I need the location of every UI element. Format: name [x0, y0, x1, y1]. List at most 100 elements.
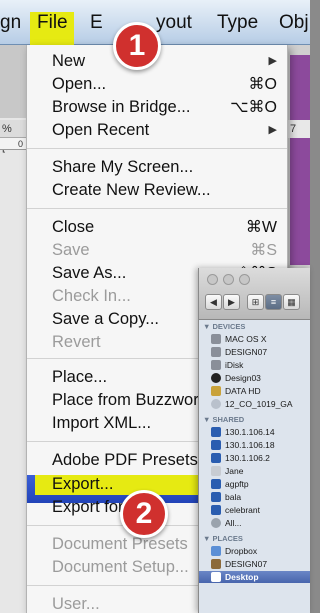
sidebar-item-label: 130.1.106.14	[225, 427, 275, 437]
menu-layout[interactable]: yout	[156, 0, 192, 45]
icon-view-button[interactable]: ⊞	[247, 294, 264, 310]
submenu-arrow-icon: ▶	[268, 124, 277, 136]
menu-item-check-in-label: Check In...	[52, 287, 131, 305]
menu-item-export-for-label: Export for	[52, 498, 124, 516]
background-ruler: 0	[0, 138, 26, 150]
menu-object[interactable]: Obj	[279, 0, 309, 45]
sidebar-item-label: iDisk	[225, 360, 244, 370]
network-computer-icon	[211, 492, 221, 502]
menu-item-close-label: Close	[52, 218, 95, 236]
menu-separator	[27, 208, 287, 209]
menu-item-share-label: Share My Screen...	[52, 158, 194, 176]
globe-icon	[211, 518, 221, 528]
column-view-button[interactable]: ▦	[283, 294, 300, 310]
menu-item-revert-label: Revert	[52, 333, 101, 351]
menu-file[interactable]: File	[37, 0, 68, 45]
sidebar-item-bala[interactable]: bala	[211, 491, 310, 503]
menu-item-open[interactable]: Open... ⌘O	[27, 73, 287, 96]
sidebar-item-mac-os-x[interactable]: MAC OS X	[211, 333, 310, 345]
menu-item-review-label: Create New Review...	[52, 181, 211, 199]
menu-separator	[27, 148, 287, 149]
sidebar-item-label: DESIGN07	[225, 347, 268, 357]
shortcut-browse: ⌥⌘O	[230, 99, 277, 116]
sidebar-item-design07[interactable]: DESIGN07	[211, 346, 310, 358]
finder-window: ◀ ▶ ⊞ ≡ ▦ ▼ DEVICES MAC OS X DESIGN07 iD…	[198, 268, 310, 613]
menu-item-import-xml-label: Import XML...	[52, 414, 152, 432]
menu-item-export-label: Export...	[52, 475, 114, 493]
window-zoom-button[interactable]	[239, 274, 250, 285]
external-drive-icon	[211, 386, 221, 396]
sidebar-item-design07-place[interactable]: DESIGN07	[211, 558, 310, 570]
sidebar-item-label: 12_CO_1019_GA	[225, 399, 293, 409]
sidebar-item-desktop[interactable]: Desktop	[199, 571, 310, 583]
background-purple-strip	[290, 55, 310, 265]
shortcut-open: ⌘O	[248, 76, 277, 93]
menu-item-place-buzz-label: Place from Buzzword...	[52, 391, 222, 409]
sidebar-item-label: All...	[225, 518, 242, 528]
menu-type[interactable]: Type	[217, 0, 258, 45]
sidebar-item-label: celebrant	[225, 505, 260, 515]
sidebar-item-idisk[interactable]: iDisk	[211, 359, 310, 371]
desktop-icon	[211, 572, 221, 582]
window-minimize-button[interactable]	[223, 274, 234, 285]
menu-item-create-new-review[interactable]: Create New Review...	[27, 179, 287, 202]
sidebar-item-agpftp[interactable]: agpftp	[211, 478, 310, 490]
menu-item-new-label: New	[52, 52, 86, 70]
sidebar-item-12-co-1019-ga[interactable]: 12_CO_1019_GA	[211, 398, 310, 410]
sidebar-item-label: 130.1.106.18	[225, 440, 275, 450]
disk-icon	[211, 373, 221, 383]
menu-item-browse-label: Browse in Bridge...	[52, 98, 191, 116]
menu-item-save-as-label: Save As...	[52, 264, 127, 282]
sidebar-item-design03[interactable]: Design03	[211, 372, 310, 384]
sidebar-item-shared-2[interactable]: 130.1.106.18	[211, 439, 310, 451]
menu-item-browse-in-bridge[interactable]: Browse in Bridge... ⌥⌘O	[27, 96, 287, 119]
finder-sidebar: ▼ DEVICES MAC OS X DESIGN07 iDisk Design…	[199, 320, 310, 613]
sidebar-item-dropbox[interactable]: Dropbox	[211, 545, 310, 557]
menu-item-save[interactable]: Save ⌘S	[27, 239, 287, 262]
sidebar-item-all[interactable]: All...	[211, 517, 310, 529]
back-button[interactable]: ◀	[205, 294, 222, 310]
submenu-arrow-icon: ▶	[268, 55, 277, 67]
network-computer-icon	[211, 440, 221, 450]
menu-item-open-recent-label: Open Recent	[52, 121, 150, 139]
background-document	[0, 118, 26, 613]
computer-icon	[211, 347, 221, 357]
menu-item-doc-presets-label: Document Presets	[52, 535, 188, 553]
shortcut-save: ⌘S	[250, 242, 277, 259]
menu-item-share-my-screen[interactable]: Share My Screen...	[27, 156, 287, 179]
menu-edit[interactable]: E	[90, 0, 103, 45]
menu-item-open-recent[interactable]: Open Recent ▶	[27, 119, 287, 142]
step-badge-2: 2	[120, 490, 168, 538]
menu-item-save-label: Save	[52, 241, 90, 259]
menu-item-doc-setup-label: Document Setup...	[52, 558, 189, 576]
sidebar-item-label: 130.1.106.2	[225, 453, 270, 463]
sidebar-item-label: MAC OS X	[225, 334, 267, 344]
list-view-button[interactable]: ≡	[265, 294, 282, 310]
shared-heading: ▼ SHARED	[203, 415, 245, 424]
menu-item-place-label: Place...	[52, 368, 108, 386]
sidebar-item-jane[interactable]: Jane	[211, 465, 310, 477]
network-computer-icon	[211, 427, 221, 437]
places-heading: ▼ PLACES	[203, 534, 243, 543]
network-computer-icon	[211, 479, 221, 489]
step-badge-1: 1	[113, 22, 161, 70]
menu-design[interactable]: gn	[0, 0, 21, 45]
forward-button[interactable]: ▶	[223, 294, 240, 310]
window-close-button[interactable]	[207, 274, 218, 285]
sidebar-item-label: agpftp	[225, 479, 249, 489]
sidebar-item-celebrant[interactable]: celebrant	[211, 504, 310, 516]
network-computer-icon	[211, 466, 221, 476]
idisk-icon	[211, 360, 221, 370]
background-document-tab[interactable]: % [O	[0, 120, 26, 153]
sidebar-item-data-hd[interactable]: DATA HD	[211, 385, 310, 397]
sidebar-item-label: Design03	[225, 373, 261, 383]
sidebar-item-label: Jane	[225, 466, 244, 476]
network-computer-icon	[211, 453, 221, 463]
devices-heading: ▼ DEVICES	[203, 322, 246, 331]
menu-item-user-label: User...	[52, 595, 100, 613]
sidebar-item-shared-1[interactable]: 130.1.106.14	[211, 426, 310, 438]
sidebar-item-shared-3[interactable]: 130.1.106.2	[211, 452, 310, 464]
menu-item-pdf-presets-label: Adobe PDF Presets	[52, 451, 198, 469]
sidebar-item-label: DESIGN07	[225, 559, 268, 569]
menu-item-close[interactable]: Close ⌘W	[27, 216, 287, 239]
